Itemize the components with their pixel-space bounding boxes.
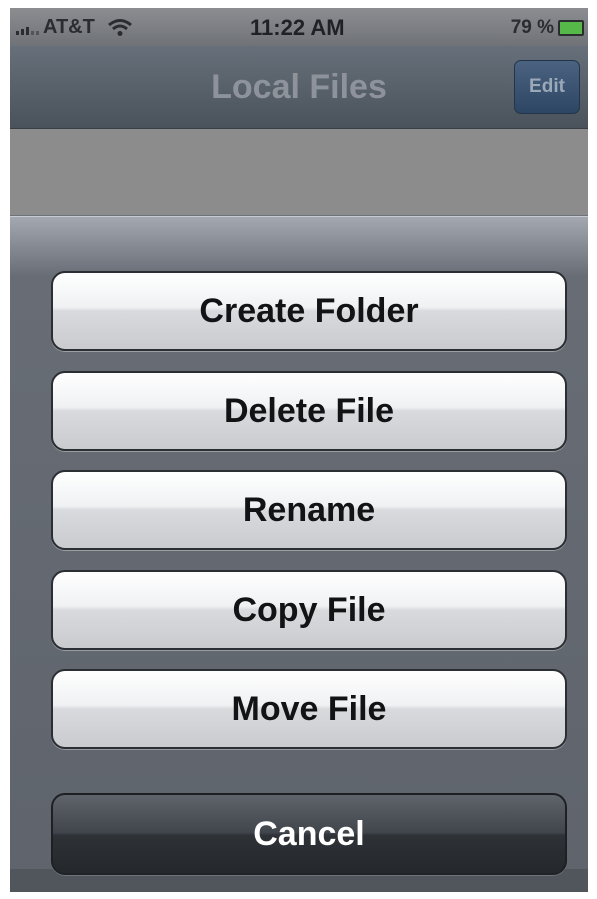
phone-screen: AT&T 11:22 AM 79 % Local Files Edit Crea…: [10, 8, 588, 892]
move-file-button[interactable]: Move File: [51, 669, 567, 749]
navigation-bar: Local Files Edit: [10, 46, 588, 129]
battery-percent: 79 %: [510, 17, 554, 38]
battery-info: 79 %: [511, 17, 584, 39]
page-title: Local Files: [211, 68, 387, 106]
carrier-name: AT&T: [43, 16, 95, 38]
action-sheet: Create Folder Delete File Rename Copy Fi…: [10, 216, 588, 892]
file-list-area: [10, 129, 588, 215]
copy-file-button[interactable]: Copy File: [51, 570, 567, 650]
carrier-info: AT&T: [16, 16, 133, 39]
signal-icon: [16, 21, 39, 35]
rename-button[interactable]: Rename: [51, 470, 567, 550]
clock: 11:22 AM: [250, 15, 345, 40]
status-bar: AT&T 11:22 AM 79 %: [10, 8, 588, 46]
delete-file-button[interactable]: Delete File: [51, 371, 567, 451]
wifi-icon: [107, 18, 132, 36]
battery-icon: [558, 20, 584, 36]
create-folder-button[interactable]: Create Folder: [51, 271, 567, 351]
cancel-button[interactable]: Cancel: [51, 793, 567, 875]
tab-bar-shadow: [10, 869, 588, 892]
edit-button[interactable]: Edit: [514, 60, 580, 114]
